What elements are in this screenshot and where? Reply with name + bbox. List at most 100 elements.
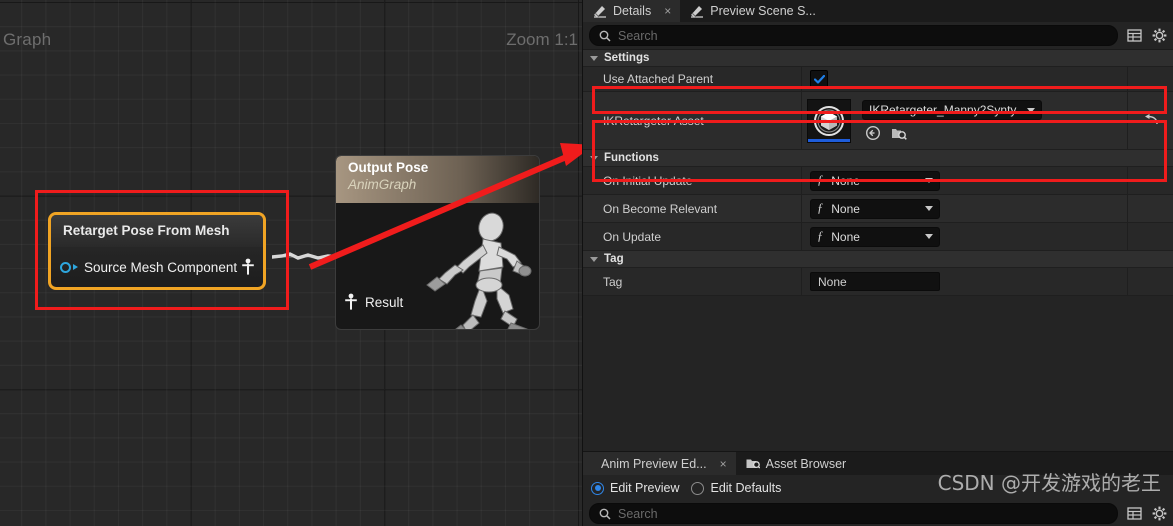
property-row-on-update[interactable]: On Update ƒ None: [583, 223, 1173, 251]
tab-details[interactable]: Details ×: [583, 0, 681, 22]
pin-arrow-icon: [73, 264, 78, 270]
reset-to-default-icon[interactable]: [1144, 114, 1159, 127]
watermark-text: CSDN @开发游戏的老王: [937, 471, 1161, 495]
on-initial-update-combo[interactable]: ƒ None: [810, 170, 940, 191]
chevron-down-icon[interactable]: [1027, 107, 1035, 113]
property-row-on-initial-update[interactable]: On Initial Update ƒ None: [583, 167, 1173, 195]
details-pencil-icon: [594, 5, 606, 18]
radio-edit-defaults[interactable]: Edit Defaults: [691, 481, 781, 495]
radio-edit-preview[interactable]: Edit Preview: [591, 481, 679, 495]
property-label-on-update: On Update: [603, 229, 662, 244]
graph-title: Graph: [3, 30, 52, 49]
node-retarget-pin-row[interactable]: Source Mesh Component: [51, 247, 263, 287]
node-output-body: Result: [336, 203, 539, 329]
on-update-combo[interactable]: ƒ None: [810, 226, 940, 247]
ikretargeter-asset-value: IKRetargeter_Manny2Synty: [869, 103, 1017, 117]
object-pin-icon[interactable]: [60, 261, 71, 273]
property-row-on-become-relevant[interactable]: On Become Relevant ƒ None: [583, 195, 1173, 223]
function-glyph-icon: ƒ: [817, 229, 824, 243]
use-attached-parent-checkbox[interactable]: [810, 70, 828, 88]
radio-selected-icon[interactable]: [591, 481, 604, 495]
section-label-tag: Tag: [604, 253, 624, 265]
tab-preview-scene-settings[interactable]: Preview Scene S...: [680, 0, 825, 22]
chevron-down-icon: [590, 155, 598, 161]
pose-pin-icon[interactable]: [344, 293, 358, 311]
ikretargeter-asset-thumbnail[interactable]: [807, 98, 851, 143]
bottom-search-input[interactable]: Search: [589, 503, 1118, 524]
property-label-on-become-relevant: On Become Relevant: [603, 201, 718, 216]
on-initial-update-value: None: [831, 173, 860, 188]
radio-edit-preview-label: Edit Preview: [610, 481, 680, 495]
property-row-tag[interactable]: Tag None: [583, 268, 1173, 296]
tag-input[interactable]: None: [810, 272, 940, 291]
node-output-pose[interactable]: Output Pose AnimGraph Result: [335, 155, 540, 330]
property-label-tag: Tag: [603, 274, 623, 289]
details-pencil-icon: [691, 5, 704, 18]
tab-anim-preview-editor[interactable]: Anim Preview Ed... ×: [583, 452, 736, 475]
on-become-relevant-combo[interactable]: ƒ None: [810, 198, 940, 219]
section-header-functions[interactable]: Functions: [583, 150, 1173, 167]
property-label-use-attached-parent: Use Attached Parent: [603, 72, 714, 86]
use-selected-asset-icon[interactable]: [891, 125, 907, 141]
node-output-title: Output Pose: [348, 160, 429, 175]
tab-anim-preview-editor-close-icon[interactable]: ×: [720, 457, 727, 471]
function-glyph-icon: ƒ: [817, 201, 824, 215]
pose-pin-icon[interactable]: [241, 258, 255, 276]
graph-canvas[interactable]: Graph Zoom 1:1 Retarget Pose From Mesh S…: [0, 0, 582, 526]
property-reset-column: [1127, 268, 1173, 295]
radio-edit-defaults-label: Edit Defaults: [710, 481, 782, 495]
settings-gear-icon[interactable]: [1151, 27, 1168, 44]
mannequin-preview-icon: [426, 212, 532, 329]
column-layout-icon[interactable]: [1126, 27, 1143, 44]
property-reset-column: [1127, 67, 1173, 91]
node-output-result-pin[interactable]: Result: [344, 293, 403, 311]
browse-to-asset-icon[interactable]: [865, 125, 881, 141]
details-tabbar: Details × Preview Scene S...: [583, 0, 1173, 22]
tab-asset-browser[interactable]: Asset Browser: [736, 452, 856, 475]
tab-asset-browser-label: Asset Browser: [765, 456, 847, 471]
search-input[interactable]: Search: [589, 25, 1118, 46]
settings-gear-icon[interactable]: [1151, 505, 1168, 522]
function-glyph-icon: ƒ: [817, 173, 824, 187]
asset-cube-icon: [814, 105, 844, 136]
tab-details-close-icon[interactable]: ×: [664, 4, 671, 18]
radio-unselected-icon[interactable]: [691, 481, 705, 495]
property-row-ikretargeter-asset[interactable]: IKRetargeter Asset IKRetargeter_Manny2Sy…: [583, 92, 1173, 150]
chevron-down-icon: [590, 55, 598, 61]
chevron-down-icon: [590, 256, 598, 262]
details-panel: Details × Preview Scene S... Search Sett…: [582, 0, 1173, 526]
column-layout-icon[interactable]: [1126, 505, 1143, 522]
details-search-row: Search: [583, 22, 1173, 50]
node-retarget-pin-label: Source Mesh Component: [84, 259, 238, 275]
chevron-down-icon[interactable]: [925, 178, 933, 183]
property-row-use-attached-parent[interactable]: Use Attached Parent: [583, 67, 1173, 92]
node-output-header: Output Pose AnimGraph: [336, 156, 539, 203]
node-retarget-pose-from-mesh[interactable]: Retarget Pose From Mesh Source Mesh Comp…: [48, 212, 266, 290]
tab-details-label: Details: [613, 4, 652, 18]
asset-type-color-bar: [808, 138, 850, 142]
tag-value: None: [818, 274, 847, 289]
graph-zoom-level: Zoom 1:1: [506, 30, 578, 49]
section-label-functions: Functions: [604, 152, 659, 164]
property-label-on-initial-update: On Initial Update: [603, 173, 693, 188]
property-reset-column[interactable]: [1127, 92, 1173, 149]
chevron-down-icon[interactable]: [925, 206, 933, 211]
section-header-settings[interactable]: Settings: [583, 50, 1173, 67]
unreal-animgraph-editor: Graph Zoom 1:1 Retarget Pose From Mesh S…: [0, 0, 1173, 526]
ikretargeter-asset-combo[interactable]: IKRetargeter_Manny2Synty: [862, 100, 1042, 120]
on-become-relevant-value: None: [831, 201, 860, 216]
section-label-settings: Settings: [604, 52, 650, 64]
property-reset-column: [1127, 167, 1173, 194]
property-reset-column: [1127, 195, 1173, 222]
asset-browser-icon: [746, 459, 760, 469]
search-icon: [599, 508, 611, 520]
chevron-down-icon[interactable]: [925, 234, 933, 239]
search-icon: [599, 30, 611, 42]
section-header-tag[interactable]: Tag: [583, 251, 1173, 268]
tab-preview-scene-label: Preview Scene S...: [710, 4, 816, 18]
property-reset-column: [1127, 223, 1173, 250]
node-output-result-label: Result: [365, 294, 404, 310]
search-placeholder: Search: [618, 28, 658, 43]
checkmark-icon: [813, 74, 825, 84]
bottom-search-row: Search: [583, 501, 1173, 526]
